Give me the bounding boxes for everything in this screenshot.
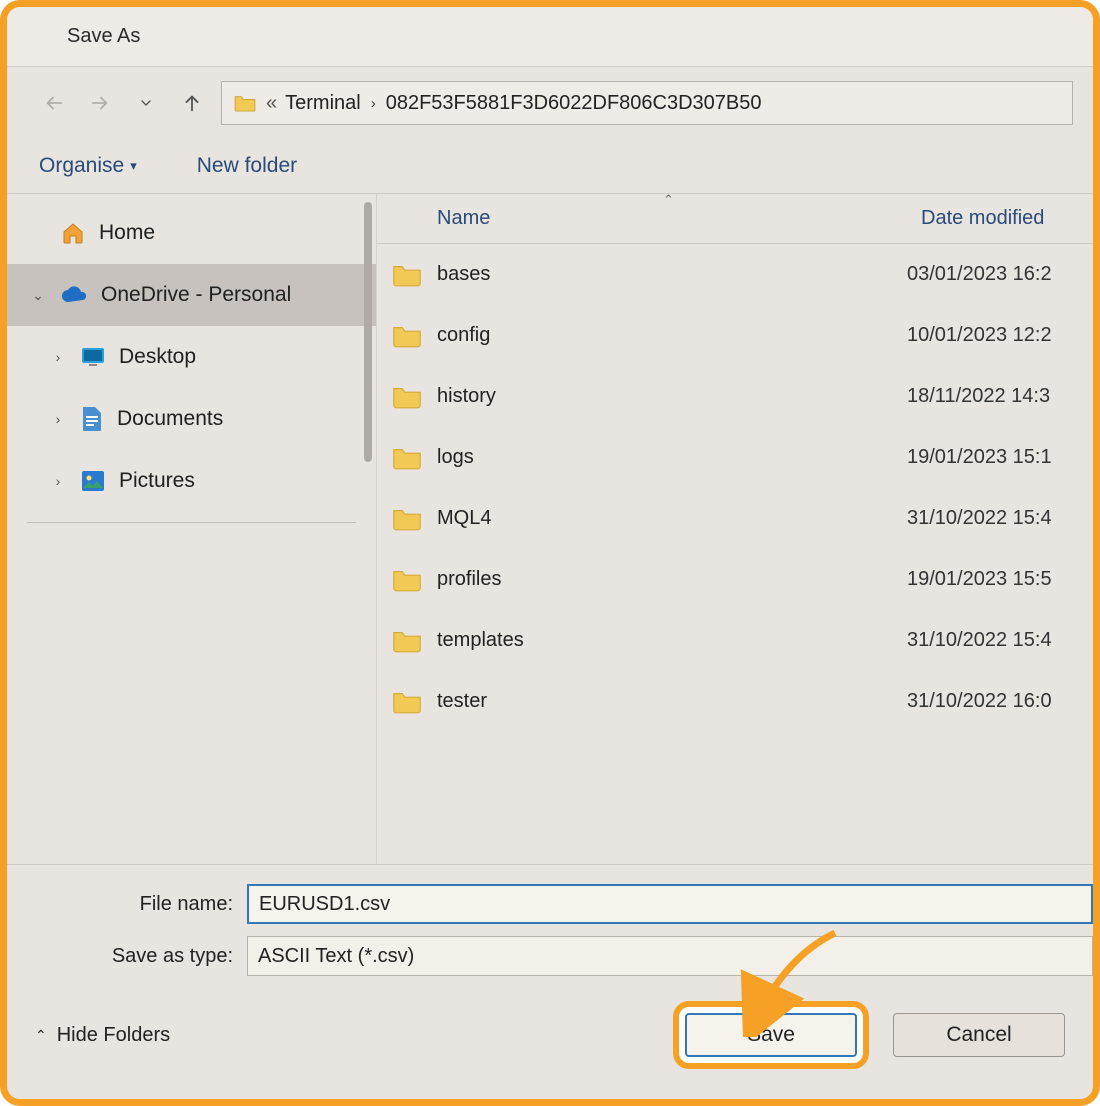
file-name: logs	[437, 446, 901, 469]
file-name: templates	[437, 629, 901, 652]
file-name: bases	[437, 263, 901, 286]
filetype-select[interactable]: ASCII Text (*.csv)	[247, 936, 1093, 976]
sort-indicator-icon: ⌃	[663, 192, 674, 208]
chevron-right-icon[interactable]: ›	[49, 473, 67, 489]
filename-input[interactable]: EURUSD1.csv	[247, 884, 1093, 924]
filetype-row: Save as type: ASCII Text (*.csv)	[7, 931, 1093, 981]
sidebar-separator	[27, 522, 356, 523]
folder-icon	[377, 629, 437, 653]
desktop-icon	[81, 347, 105, 367]
recent-dropdown[interactable]	[129, 86, 163, 120]
file-name: MQL4	[437, 507, 901, 530]
up-button[interactable]	[175, 86, 209, 120]
column-header-date[interactable]: Date modified	[901, 207, 1093, 230]
file-row[interactable]: config10/01/2023 12:2	[377, 305, 1093, 366]
cloud-icon	[61, 286, 87, 304]
sidebar-item-onedrive[interactable]: ⌄ OneDrive - Personal	[7, 264, 376, 326]
file-name: profiles	[437, 568, 901, 591]
sidebar-item-desktop[interactable]: › Desktop	[7, 326, 376, 388]
organise-menu[interactable]: Organise ▾	[39, 154, 137, 178]
file-row[interactable]: logs19/01/2023 15:1	[377, 427, 1093, 488]
file-date: 31/10/2022 15:4	[901, 629, 1093, 652]
save-highlight: Save	[673, 1001, 869, 1069]
forward-button[interactable]	[83, 86, 117, 120]
chevron-right-icon[interactable]: ›	[371, 95, 376, 112]
breadcrumb-part-terminal[interactable]: Terminal	[285, 92, 361, 115]
folder-icon	[377, 507, 437, 531]
file-date: 10/01/2023 12:2	[901, 324, 1093, 347]
chevron-down-icon[interactable]: ⌄	[29, 287, 47, 304]
document-icon	[81, 406, 103, 432]
folder-icon	[377, 690, 437, 714]
back-button[interactable]	[37, 86, 71, 120]
breadcrumb-prefix: «	[266, 92, 277, 115]
file-row[interactable]: tester31/10/2022 16:0	[377, 671, 1093, 732]
file-name: config	[437, 324, 901, 347]
column-headers: ⌃ Name Date modified	[377, 194, 1093, 244]
chevron-right-icon[interactable]: ›	[49, 349, 67, 365]
folder-icon	[377, 446, 437, 470]
toolbar: Organise ▾ New folder	[7, 139, 1093, 193]
file-row[interactable]: history18/11/2022 14:3	[377, 366, 1093, 427]
footer: ⌃ Hide Folders Save Cancel	[7, 983, 1093, 1087]
caret-down-icon: ▾	[130, 158, 137, 174]
folder-icon	[377, 385, 437, 409]
folder-icon	[234, 94, 256, 112]
bottom-panel: File name: EURUSD1.csv Save as type: ASC…	[7, 864, 1093, 1099]
new-folder-button[interactable]: New folder	[197, 154, 297, 178]
file-date: 31/10/2022 15:4	[901, 507, 1093, 530]
filename-label: File name:	[7, 893, 247, 916]
column-header-name[interactable]: Name	[377, 207, 901, 230]
folder-icon	[377, 324, 437, 348]
hide-folders-button[interactable]: ⌃ Hide Folders	[35, 1024, 170, 1047]
body: Home ⌄ OneDrive - Personal › Desktop › D…	[7, 193, 1093, 864]
window-title: Save As	[67, 25, 140, 48]
sidebar: Home ⌄ OneDrive - Personal › Desktop › D…	[7, 194, 377, 864]
file-date: 19/01/2023 15:1	[901, 446, 1093, 469]
pictures-icon	[81, 470, 105, 492]
chevron-up-icon: ⌃	[35, 1027, 47, 1044]
file-area: ⌃ Name Date modified bases03/01/2023 16:…	[377, 194, 1093, 864]
file-date: 18/11/2022 14:3	[901, 385, 1093, 408]
folder-icon	[377, 568, 437, 592]
home-icon	[61, 221, 85, 245]
file-name: history	[437, 385, 901, 408]
file-name: tester	[437, 690, 901, 713]
file-row[interactable]: bases03/01/2023 16:2	[377, 244, 1093, 305]
sidebar-item-pictures[interactable]: › Pictures	[7, 450, 376, 512]
save-button[interactable]: Save	[685, 1013, 857, 1057]
file-row[interactable]: templates31/10/2022 15:4	[377, 610, 1093, 671]
filename-row: File name: EURUSD1.csv	[7, 879, 1093, 929]
sidebar-item-home[interactable]: Home	[7, 202, 376, 264]
file-date: 19/01/2023 15:5	[901, 568, 1093, 591]
breadcrumb-part-hash[interactable]: 082F53F5881F3D6022DF806C3D307B50	[386, 92, 762, 115]
file-row[interactable]: MQL431/10/2022 15:4	[377, 488, 1093, 549]
file-row[interactable]: profiles19/01/2023 15:5	[377, 549, 1093, 610]
chevron-right-icon[interactable]: ›	[49, 411, 67, 427]
save-as-dialog: Save As « Terminal › 082F53F5881F3D6022D…	[0, 0, 1100, 1106]
address-bar[interactable]: « Terminal › 082F53F5881F3D6022DF806C3D3…	[221, 81, 1073, 125]
file-date: 31/10/2022 16:0	[901, 690, 1093, 713]
titlebar: Save As	[7, 7, 1093, 67]
sidebar-item-documents[interactable]: › Documents	[7, 388, 376, 450]
folder-icon	[377, 263, 437, 287]
nav-row: « Terminal › 082F53F5881F3D6022DF806C3D3…	[7, 67, 1093, 139]
filetype-label: Save as type:	[7, 945, 247, 968]
cancel-button[interactable]: Cancel	[893, 1013, 1065, 1057]
sidebar-scrollbar[interactable]	[364, 202, 372, 462]
file-list[interactable]: bases03/01/2023 16:2config10/01/2023 12:…	[377, 244, 1093, 864]
file-date: 03/01/2023 16:2	[901, 263, 1093, 286]
button-group: Save Cancel	[673, 1001, 1065, 1069]
